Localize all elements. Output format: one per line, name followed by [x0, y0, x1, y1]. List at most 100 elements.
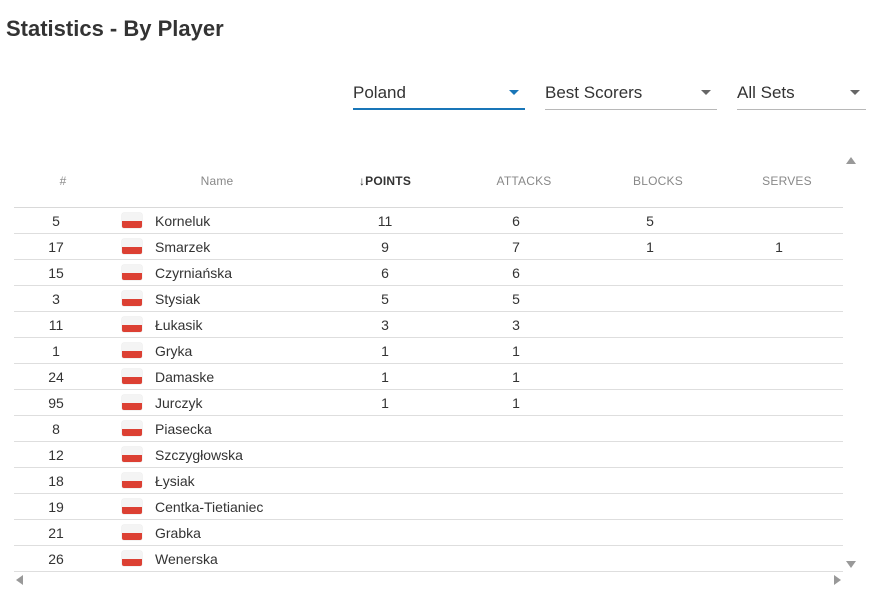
player-number: 12 — [48, 447, 64, 463]
points-value: 6 — [381, 265, 389, 281]
player-number: 1 — [52, 343, 60, 359]
table-header: # Name ↓POINTS ATTACKS BLOCKS SERVES — [14, 155, 843, 208]
player-name: Piasecka — [155, 421, 212, 437]
table-row[interactable]: 18 Łysiak — [14, 468, 843, 494]
player-name: Łukasik — [155, 317, 203, 333]
table-row[interactable]: 95 Jurczyk 1 1 — [14, 390, 843, 416]
page-title: Statistics - By Player — [6, 16, 224, 41]
player-number: 11 — [48, 317, 64, 333]
poland-flag-icon — [122, 499, 142, 514]
poland-flag-icon — [122, 291, 142, 306]
points-value: 11 — [377, 213, 393, 229]
poland-flag-icon — [122, 551, 142, 566]
player-number: 5 — [52, 213, 60, 229]
player-name: Grabka — [155, 525, 201, 541]
attacks-value: 1 — [512, 343, 520, 359]
player-name: Smarzek — [155, 239, 211, 255]
attacks-value: 5 — [512, 291, 520, 307]
sets-select[interactable]: All Sets — [737, 80, 866, 110]
category-select[interactable]: Best Scorers — [545, 80, 717, 110]
column-header-number[interactable]: # — [60, 174, 67, 188]
category-select-value: Best Scorers — [545, 83, 643, 102]
player-name: Centka-Tietianiec — [155, 499, 264, 515]
blocks-value: 1 — [646, 239, 654, 255]
table-row[interactable]: 11 Łukasik 3 3 — [14, 312, 843, 338]
table-row[interactable]: 24 Damaske 1 1 — [14, 364, 843, 390]
player-name: Damaske — [155, 369, 215, 385]
poland-flag-icon — [122, 421, 142, 436]
player-name: Czyrniańska — [155, 265, 233, 281]
points-value: 3 — [381, 317, 389, 333]
column-header-name[interactable]: Name — [201, 174, 234, 188]
poland-flag-icon — [122, 473, 142, 488]
points-value: 9 — [381, 239, 389, 255]
chevron-down-icon — [850, 90, 860, 95]
attacks-value: 6 — [512, 265, 520, 281]
player-number: 19 — [48, 499, 64, 515]
poland-flag-icon — [122, 265, 142, 280]
player-number: 3 — [52, 291, 60, 307]
player-number: 18 — [48, 473, 64, 489]
poland-flag-icon — [122, 343, 142, 358]
column-header-blocks[interactable]: BLOCKS — [633, 174, 683, 188]
chevron-down-icon — [509, 90, 519, 95]
table-row[interactable]: 3 Stysiak 5 5 — [14, 286, 843, 312]
table-row[interactable]: 12 Szczygłowska — [14, 442, 843, 468]
poland-flag-icon — [122, 213, 142, 228]
points-value: 5 — [381, 291, 389, 307]
player-number: 8 — [52, 421, 60, 437]
player-name: Szczygłowska — [155, 447, 243, 463]
poland-flag-icon — [122, 369, 142, 384]
column-header-serves[interactable]: SERVES — [762, 174, 812, 188]
attacks-value: 6 — [512, 213, 520, 229]
scroll-right-icon[interactable] — [834, 575, 841, 585]
points-value: 1 — [381, 369, 389, 385]
player-name: Jurczyk — [155, 395, 203, 411]
table-row[interactable]: 5 Korneluk 11 6 5 — [14, 208, 843, 234]
attacks-value: 7 — [512, 239, 520, 255]
player-number: 17 — [48, 239, 64, 255]
scroll-left-icon[interactable] — [16, 575, 23, 585]
table-row[interactable]: 15 Czyrniańska 6 6 — [14, 260, 843, 286]
table-row[interactable]: 26 Wenerska — [14, 546, 843, 572]
table-row[interactable]: 21 Grabka — [14, 520, 843, 546]
poland-flag-icon — [122, 395, 142, 410]
scroll-up-icon[interactable] — [846, 157, 856, 164]
player-number: 95 — [48, 395, 64, 411]
player-number: 24 — [48, 369, 64, 385]
column-header-attacks[interactable]: ATTACKS — [497, 174, 552, 188]
player-number: 21 — [48, 525, 64, 541]
horizontal-scrollbar[interactable] — [14, 572, 843, 586]
chevron-down-icon — [701, 90, 711, 95]
poland-flag-icon — [122, 239, 142, 254]
player-name: Stysiak — [155, 291, 201, 307]
attacks-value: 3 — [512, 317, 520, 333]
table-row[interactable]: 8 Piasecka — [14, 416, 843, 442]
team-select-value: Poland — [353, 83, 406, 102]
player-name: Korneluk — [155, 213, 211, 229]
player-stats-table: # Name ↓POINTS ATTACKS BLOCKS SERVES 5 Ko… — [14, 155, 843, 572]
attacks-value: 1 — [512, 369, 520, 385]
column-header-points[interactable]: ↓POINTS — [359, 174, 411, 188]
poland-flag-icon — [122, 525, 142, 540]
player-number: 15 — [48, 265, 64, 281]
serves-value: 1 — [775, 239, 783, 255]
points-value: 1 — [381, 395, 389, 411]
table-row[interactable]: 19 Centka-Tietianiec — [14, 494, 843, 520]
poland-flag-icon — [122, 447, 142, 462]
player-name: Łysiak — [155, 473, 195, 489]
table-body: 5 Korneluk 11 6 5 17 Smarzek 9 7 1 1 15 Czyrniańska 6… — [14, 208, 843, 572]
table-row[interactable]: 17 Smarzek 9 7 1 1 — [14, 234, 843, 260]
scroll-down-icon[interactable] — [846, 561, 856, 568]
player-name: Gryka — [155, 343, 193, 359]
table-row[interactable]: 1 Gryka 1 1 — [14, 338, 843, 364]
attacks-value: 1 — [512, 395, 520, 411]
poland-flag-icon — [122, 317, 142, 332]
player-name: Wenerska — [155, 551, 218, 567]
points-value: 1 — [381, 343, 389, 359]
player-number: 26 — [48, 551, 64, 567]
team-select[interactable]: Poland — [353, 80, 525, 110]
sets-select-value: All Sets — [737, 83, 795, 102]
vertical-scrollbar[interactable] — [844, 155, 858, 572]
blocks-value: 5 — [646, 213, 654, 229]
